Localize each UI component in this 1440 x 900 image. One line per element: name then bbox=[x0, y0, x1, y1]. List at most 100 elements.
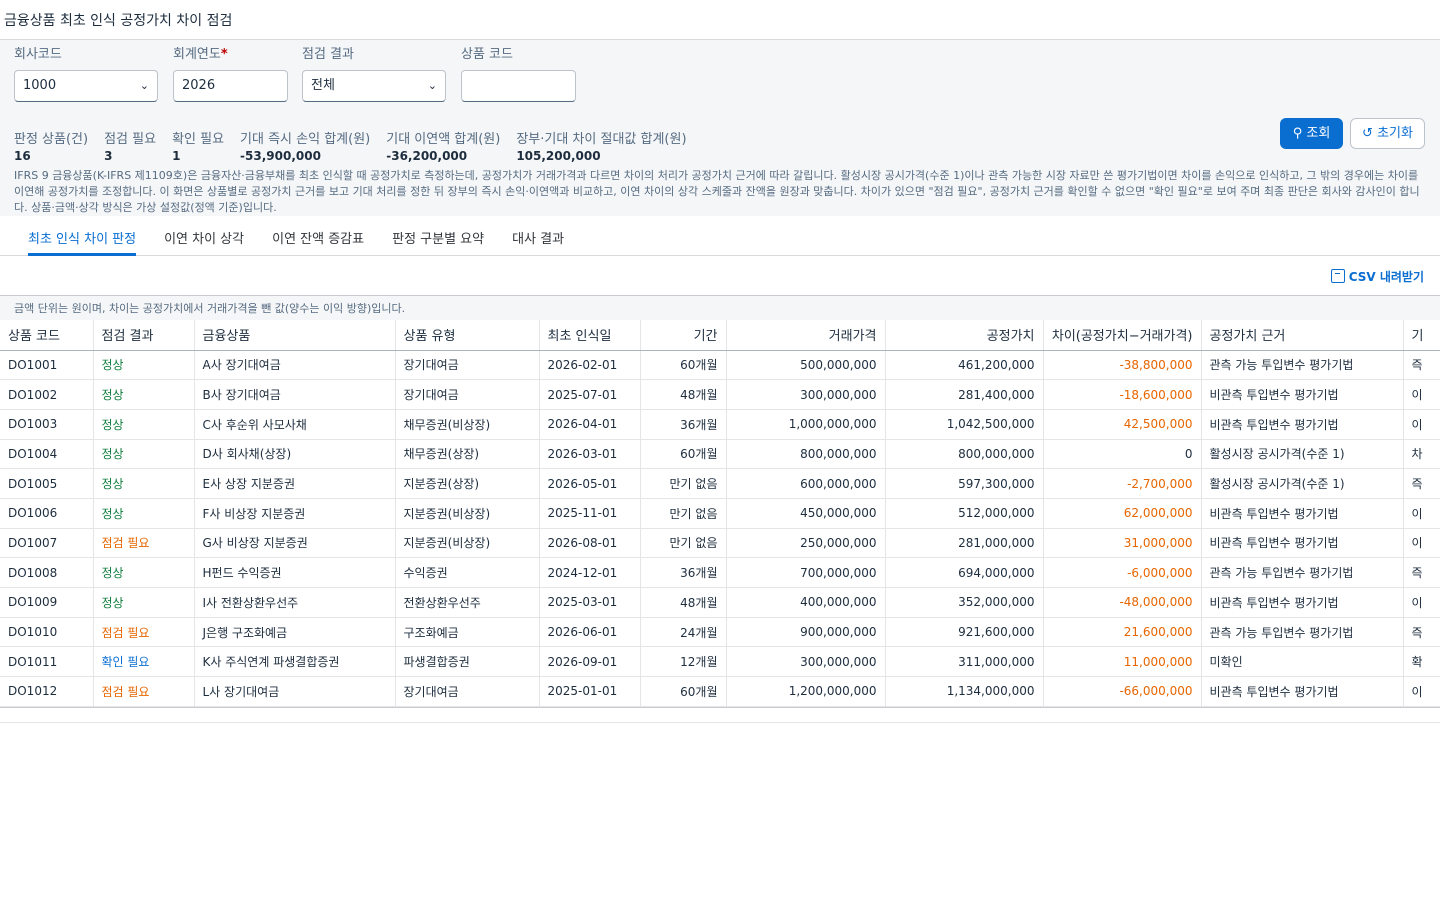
table-row[interactable]: DO1001 정상 A사 장기대여금 장기대여금 2026-02-01 60개월 500,0… bbox=[0, 350, 1440, 381]
table-cell: 만기 없음 bbox=[640, 468, 727, 499]
table-cell: 비관측 투입변수 평가기법 bbox=[1201, 676, 1404, 707]
table-cell: -66,000,000 bbox=[1043, 676, 1202, 707]
table-cell: 597,300,000 bbox=[885, 468, 1044, 499]
filter-area: 회사코드 1000 ⌄ 회계연도* 2026 점검 결과 전체 ⌄ 상품 코드 … bbox=[0, 40, 1440, 216]
table-cell: 장기대여금 bbox=[395, 676, 540, 707]
table-cell: DO1001 bbox=[0, 350, 94, 381]
column-header[interactable]: 점검 결과 bbox=[93, 320, 195, 351]
table-cell: 전환상환우선주 bbox=[395, 587, 540, 618]
table-row[interactable]: DO1009 정상 I사 전환상환우선주 전환상환우선주 2025-03-01 48개월 4… bbox=[0, 587, 1440, 618]
table-cell: 비관측 투입변수 평가기법 bbox=[1201, 379, 1404, 410]
table-row[interactable]: DO1007 점검 필요 G사 비상장 지분증권 지분증권(비상장) 2026-08-0… bbox=[0, 528, 1440, 559]
table-cell: 2025-07-01 bbox=[539, 379, 641, 410]
table-cell: 36개월 bbox=[640, 409, 727, 440]
table-cell: DO1004 bbox=[0, 439, 94, 470]
table-row[interactable]: DO1003 정상 C사 후순위 사모사채 채무증권(비상장) 2026-04-01 36… bbox=[0, 409, 1440, 440]
reset-button[interactable]: ↺ 초기화 bbox=[1350, 118, 1425, 149]
chevron-down-icon: ⌄ bbox=[139, 79, 149, 92]
table-cell: 즉 bbox=[1403, 617, 1440, 648]
table-cell: H펀드 수익증권 bbox=[194, 557, 396, 588]
table-cell: 0 bbox=[1043, 439, 1202, 470]
table-cell: 2025-03-01 bbox=[539, 587, 641, 618]
tab-deferred-amortization[interactable]: 이연 차이 상각 bbox=[164, 216, 244, 256]
table-cell: 31,000,000 bbox=[1043, 528, 1202, 559]
table-cell: -6,000,000 bbox=[1043, 557, 1202, 588]
column-header[interactable]: 거래가격 bbox=[726, 320, 886, 351]
kpi-value: -53,900,000 bbox=[240, 149, 321, 163]
table-cell: 관측 가능 투입변수 평가기법 bbox=[1201, 617, 1404, 648]
fiscal-year-input[interactable]: 2026 bbox=[173, 70, 288, 102]
table-cell: C사 후순위 사모사채 bbox=[194, 409, 396, 440]
table-cell: 461,200,000 bbox=[885, 350, 1044, 381]
search-button[interactable]: ⚲ 조회 bbox=[1280, 118, 1343, 149]
table-cell: 즉 bbox=[1403, 557, 1440, 588]
table-cell: 60개월 bbox=[640, 439, 727, 470]
column-header[interactable]: 기간 bbox=[640, 320, 727, 351]
company-code-select[interactable]: 1000 ⌄ bbox=[14, 70, 158, 102]
product-code-field: 상품 코드 bbox=[461, 46, 576, 102]
kpi-value: 105,200,000 bbox=[516, 149, 601, 163]
table-cell: 1,200,000,000 bbox=[726, 676, 886, 707]
kpi-label: 기대 즉시 손익 합계(원) bbox=[240, 132, 371, 147]
column-header[interactable]: 공정가치 bbox=[885, 320, 1044, 351]
table-cell: 채무증권(비상장) bbox=[395, 409, 540, 440]
column-header[interactable]: 금융상품 bbox=[194, 320, 396, 351]
table-cell: 300,000,000 bbox=[726, 646, 886, 678]
tab-deferred-balance[interactable]: 이연 잔액 증감표 bbox=[272, 216, 364, 256]
table-cell: 관측 가능 투입변수 평가기법 bbox=[1201, 557, 1404, 588]
table-cell: D사 회사채(상장) bbox=[194, 439, 396, 470]
table-cell: 2026-06-01 bbox=[539, 617, 641, 648]
kpi-item: 기대 이연액 합계(원) -36,200,000 bbox=[386, 128, 500, 168]
table-cell: 장기대여금 bbox=[395, 350, 540, 381]
table-row[interactable]: DO1012 점검 필요 L사 장기대여금 장기대여금 2025-01-01 60개월 1,… bbox=[0, 676, 1440, 707]
result-filter-select[interactable]: 전체 ⌄ bbox=[302, 70, 446, 102]
table-cell: 400,000,000 bbox=[726, 587, 886, 618]
table-cell: DO1008 bbox=[0, 557, 94, 588]
table-row[interactable]: DO1002 정상 B사 장기대여금 장기대여금 2025-07-01 48개월 300,0… bbox=[0, 379, 1440, 410]
table-cell: 700,000,000 bbox=[726, 557, 886, 588]
tab-reconciliation[interactable]: 대사 결과 bbox=[512, 216, 564, 256]
table-cell: 900,000,000 bbox=[726, 617, 886, 648]
table-row[interactable]: DO1006 정상 F사 비상장 지분증권 지분증권(비상장) 2025-11-01 만기… bbox=[0, 498, 1440, 529]
table-cell: 60개월 bbox=[640, 676, 727, 707]
column-header[interactable]: 차이(공정가치−거래가격) bbox=[1043, 320, 1202, 351]
kpi-label: 기대 이연액 합계(원) bbox=[386, 132, 501, 147]
table-cell: 921,600,000 bbox=[885, 617, 1044, 648]
column-header[interactable]: 상품 유형 bbox=[395, 320, 540, 351]
column-header[interactable]: 공정가치 근거 bbox=[1201, 320, 1404, 351]
table-cell: -2,700,000 bbox=[1043, 468, 1202, 499]
csv-download-button[interactable]: CSV 내려받기 bbox=[1330, 268, 1424, 285]
kpi-label: 점검 필요 bbox=[104, 132, 157, 147]
status-badge: 정상 bbox=[93, 498, 195, 529]
table-cell: 채무증권(상장) bbox=[395, 439, 540, 470]
tab-summary[interactable]: 판정 구분별 요약 bbox=[392, 216, 484, 256]
table-cell: 차 bbox=[1403, 439, 1440, 470]
table-cell: 활성시장 공시가격(수준 1) bbox=[1201, 468, 1404, 499]
table-cell: A사 장기대여금 bbox=[194, 350, 396, 381]
status-badge: 정상 bbox=[93, 439, 195, 470]
table-cell: 비관측 투입변수 평가기법 bbox=[1201, 498, 1404, 529]
column-header[interactable]: 최초 인식일 bbox=[539, 320, 641, 351]
table-row[interactable]: DO1004 정상 D사 회사채(상장) 채무증권(상장) 2026-03-01 60개월… bbox=[0, 439, 1440, 470]
chevron-down-icon: ⌄ bbox=[427, 79, 437, 92]
table-row[interactable]: DO1010 점검 필요 J은행 구조화예금 구조화예금 2026-06-01 24개월 9… bbox=[0, 617, 1440, 648]
table-cell: I사 전환상환우선주 bbox=[194, 587, 396, 618]
search-button-label: 조회 bbox=[1306, 126, 1331, 141]
company-code-field: 회사코드 1000 ⌄ bbox=[14, 46, 158, 102]
download-icon bbox=[1330, 269, 1345, 283]
table-cell: J은행 구조화예금 bbox=[194, 617, 396, 648]
product-code-input[interactable] bbox=[461, 70, 576, 102]
tab-initial-recognition[interactable]: 최초 인식 차이 판정 bbox=[28, 216, 137, 256]
column-header[interactable]: 기 bbox=[1403, 320, 1440, 351]
table-cell: 500,000,000 bbox=[726, 350, 886, 381]
table-row[interactable]: DO1011 확인 필요 K사 주식연계 파생결합증권 파생결합증권 2026-09-0… bbox=[0, 646, 1440, 678]
table-cell: 비관측 투입변수 평가기법 bbox=[1201, 587, 1404, 618]
table-row[interactable]: DO1008 정상 H펀드 수익증권 수익증권 2024-12-01 36개월 700,00… bbox=[0, 557, 1440, 588]
kpi-label: 장부·기대 차이 절대값 합계(원) bbox=[516, 132, 687, 147]
reset-button-label: 초기화 bbox=[1377, 126, 1413, 141]
table-cell: DO1002 bbox=[0, 379, 94, 410]
column-header[interactable]: 상품 코드 bbox=[0, 320, 94, 351]
table-cell: -18,600,000 bbox=[1043, 379, 1202, 410]
table-row[interactable]: DO1005 정상 E사 상장 지분증권 지분증권(상장) 2026-05-01 만기 없… bbox=[0, 468, 1440, 499]
status-badge: 정상 bbox=[93, 350, 195, 381]
